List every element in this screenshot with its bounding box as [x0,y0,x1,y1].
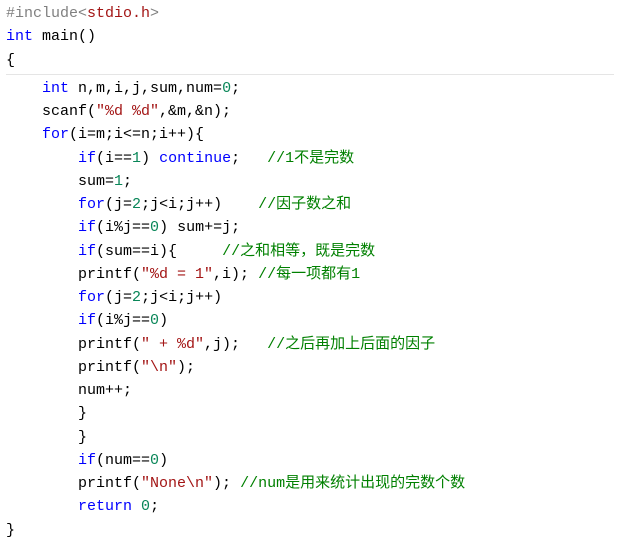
comment: //之和相等，既是完数 [222,243,375,260]
preproc-hash: #include [6,5,78,22]
kw-return: return [78,498,132,515]
kw-for: for [42,126,69,143]
printf-call: printf( [6,475,141,492]
kw-continue: continue [159,150,231,167]
fn-main: main() [33,28,96,45]
if-rest: ) sum+=j; [159,219,240,236]
if-close: ) [159,312,168,329]
brace-open: { [6,52,15,69]
semi: ; [231,80,240,97]
brace-close: } [6,405,87,422]
space [132,498,141,515]
if-cond: (i== [96,150,132,167]
for-head: (i=m;i<=n;i++){ [69,126,204,143]
kw-if: if [78,312,96,329]
scanf-args: ,&m,&n); [159,103,231,120]
str-none: "None\n" [141,475,213,492]
num-zero: 0 [150,452,159,469]
num-zero: 0 [222,80,231,97]
angle-open: < [78,5,87,22]
num-one: 1 [132,150,141,167]
if-cond: (sum==i){ [96,243,222,260]
semi: ; [231,150,267,167]
comment: //因子数之和 [258,196,351,213]
num-zero: 0 [150,312,159,329]
num-zero: 0 [150,219,159,236]
str-nl: "\n" [141,359,177,376]
str-fmt: " + %d" [141,336,204,353]
num-zero: 0 [141,498,150,515]
printf-call: printf( [6,336,141,353]
if-cond: (num== [96,452,150,469]
printf-call: printf( [6,266,141,283]
printf-args: ,i); [213,266,258,283]
angle-close: > [150,5,159,22]
for-rest: ;j<i;j++) [141,289,222,306]
kw-if: if [78,243,96,260]
if-cond: (i%j== [96,312,150,329]
if-close: ) [159,452,168,469]
include-file: stdio.h [87,5,150,22]
code-block-body: int n,m,i,j,sum,num=0; scanf("%d %d",&m,… [6,77,614,542]
code-block: #include<stdio.h> int main() { [6,2,614,72]
scanf-call: scanf( [6,103,96,120]
num-one: 1 [114,173,123,190]
kw-for: for [78,289,105,306]
kw-if: if [78,452,96,469]
for-head: (j= [105,289,132,306]
comment: //num是用来统计出现的完数个数 [240,475,465,492]
divider [6,74,614,75]
semi: ; [123,173,132,190]
semi: ; [150,498,159,515]
kw-int: int [6,28,33,45]
for-head: (j= [105,196,132,213]
printf-args: ,j); [204,336,267,353]
assign-sum: sum= [6,173,114,190]
kw-for: for [78,196,105,213]
printf-call: printf( [6,359,141,376]
num-two: 2 [132,196,141,213]
kw-if: if [78,219,96,236]
if-close: ) [141,150,159,167]
str-fmt: "%d = 1" [141,266,213,283]
brace-close: } [6,429,87,446]
numpp: num++; [6,382,132,399]
comment: //每一项都有1 [258,266,360,283]
num-two: 2 [132,289,141,306]
str-fmt: "%d %d" [96,103,159,120]
comment: //之后再加上后面的因子 [267,336,435,353]
printf-end: ); [177,359,195,376]
if-cond: (i%j== [96,219,150,236]
brace-close: } [6,522,15,539]
for-rest: ;j<i;j++) [141,196,258,213]
comment: //1不是完数 [267,150,354,167]
decl-vars: n,m,i,j,sum,num= [69,80,222,97]
kw-int: int [42,80,69,97]
kw-if: if [78,150,96,167]
printf-end: ); [213,475,240,492]
